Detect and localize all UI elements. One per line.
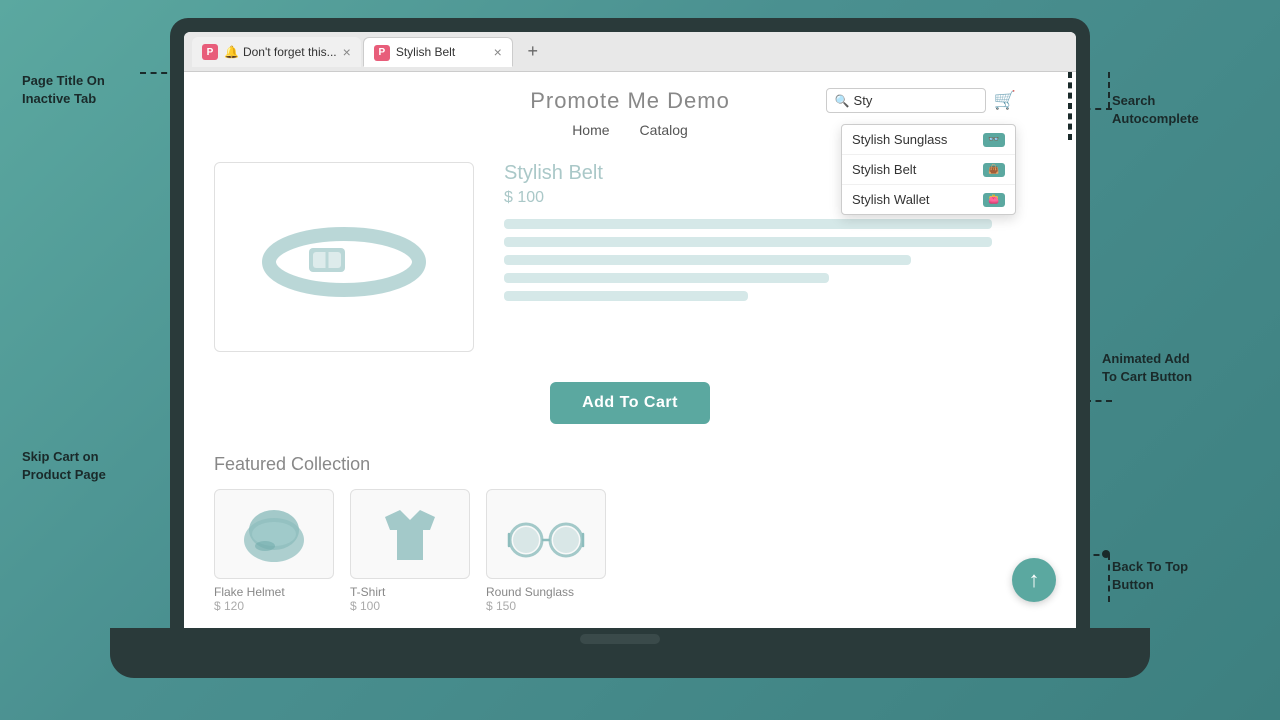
desc-line-1 (504, 219, 992, 229)
add-to-cart-section: Add To Cart (184, 372, 1076, 444)
nav-catalog[interactable]: Catalog (640, 120, 688, 140)
featured-grid: Flake Helmet $ 120 T-Shirt $ 100 (214, 489, 1046, 613)
featured-item-3[interactable]: Round Sunglass $ 150 (486, 489, 606, 613)
annotation-vline-back-top (1108, 554, 1110, 602)
site-nav: Home Catalog (572, 120, 688, 140)
search-bar[interactable]: 🔍 Sty (826, 88, 986, 113)
back-to-top-arrow-icon: ↑ (1029, 567, 1040, 593)
laptop-frame: P 🔔 Don't forget this... × P Stylish Bel… (170, 18, 1090, 678)
featured-item-1[interactable]: Flake Helmet $ 120 (214, 489, 334, 613)
annotation-dot-back-top (1102, 550, 1110, 558)
site-title: Promote Me Demo (530, 88, 730, 114)
autocomplete-label-3: Stylish Wallet (852, 192, 930, 207)
search-bar-wrapper: 🔍 Sty 🛒 (826, 88, 1016, 113)
back-to-top-button[interactable]: ↑ (1012, 558, 1056, 602)
search-input-value[interactable]: Sty (854, 93, 873, 108)
annotation-search: Search Autocomplete (1112, 92, 1242, 128)
autocomplete-label-1: Stylish Sunglass (852, 132, 947, 147)
autocomplete-item-2[interactable]: Stylish Belt 👜 (842, 155, 1015, 185)
annotation-page-title: Page Title On Inactive Tab (22, 72, 132, 108)
tab1-close-icon[interactable]: × (343, 44, 351, 60)
add-to-cart-button[interactable]: Add To Cart (550, 382, 710, 424)
autocomplete-label-2: Stylish Belt (852, 162, 916, 177)
laptop-notch (580, 634, 660, 644)
annotation-skip-cart: Skip Cart on Product Page (22, 448, 132, 484)
featured-img-1 (214, 489, 334, 579)
sunglass-svg (501, 502, 591, 567)
autocomplete-icon-1: 👓 (983, 133, 1005, 147)
autocomplete-item-3[interactable]: Stylish Wallet 👛 (842, 185, 1015, 214)
nav-home[interactable]: Home (572, 120, 609, 140)
browser-chrome: P 🔔 Don't forget this... × P Stylish Bel… (184, 32, 1076, 72)
desc-line-2 (504, 237, 992, 247)
autocomplete-dropdown: Stylish Sunglass 👓 Stylish Belt 👜 Stylis… (841, 124, 1016, 215)
autocomplete-icon-3: 👛 (983, 193, 1005, 207)
tab2-favicon: P (374, 44, 390, 60)
featured-name-3: Round Sunglass (486, 585, 606, 599)
new-tab-button[interactable]: + (519, 38, 547, 66)
cart-icon[interactable]: 🛒 (994, 90, 1016, 111)
tab1-title: Don't forget this... (243, 45, 337, 59)
annotation-vline-search (1108, 72, 1110, 108)
laptop-screen: P 🔔 Don't forget this... × P Stylish Bel… (184, 32, 1076, 642)
featured-title: Featured Collection (214, 454, 1046, 475)
tab2-title: Stylish Belt (396, 45, 488, 59)
browser-tab-1[interactable]: P 🔔 Don't forget this... × (192, 37, 361, 67)
product-description (504, 219, 1046, 301)
helmet-svg (239, 502, 309, 567)
featured-price-2: $ 100 (350, 599, 470, 613)
autocomplete-icon-2: 👜 (983, 163, 1005, 177)
anot-line-search-v (1068, 72, 1072, 140)
product-image-box (214, 162, 474, 352)
tshirt-svg (375, 502, 445, 567)
tab2-close-icon[interactable]: × (494, 44, 502, 60)
featured-item-2[interactable]: T-Shirt $ 100 (350, 489, 470, 613)
browser-tab-2[interactable]: P Stylish Belt × (363, 37, 513, 67)
site-header: Promote Me Demo Home Catalog 🔍 Sty 🛒 (184, 72, 1076, 152)
featured-img-2 (350, 489, 470, 579)
site-content: Promote Me Demo Home Catalog 🔍 Sty 🛒 (184, 72, 1076, 642)
tab1-favicon: P (202, 44, 218, 60)
featured-name-2: T-Shirt (350, 585, 470, 599)
autocomplete-item-1[interactable]: Stylish Sunglass 👓 (842, 125, 1015, 155)
annotation-back-top: Back To Top Button (1112, 558, 1242, 594)
featured-section: Featured Collection Flake Helmet (184, 444, 1076, 633)
desc-line-3 (504, 255, 911, 265)
featured-price-3: $ 150 (486, 599, 606, 613)
featured-price-1: $ 120 (214, 599, 334, 613)
featured-name-1: Flake Helmet (214, 585, 334, 599)
desc-line-4 (504, 273, 829, 283)
belt-image (254, 207, 434, 307)
desc-line-5 (504, 291, 748, 301)
search-icon: 🔍 (835, 94, 850, 108)
featured-img-3 (486, 489, 606, 579)
annotation-add-cart: Animated Add To Cart Button (1102, 350, 1242, 386)
